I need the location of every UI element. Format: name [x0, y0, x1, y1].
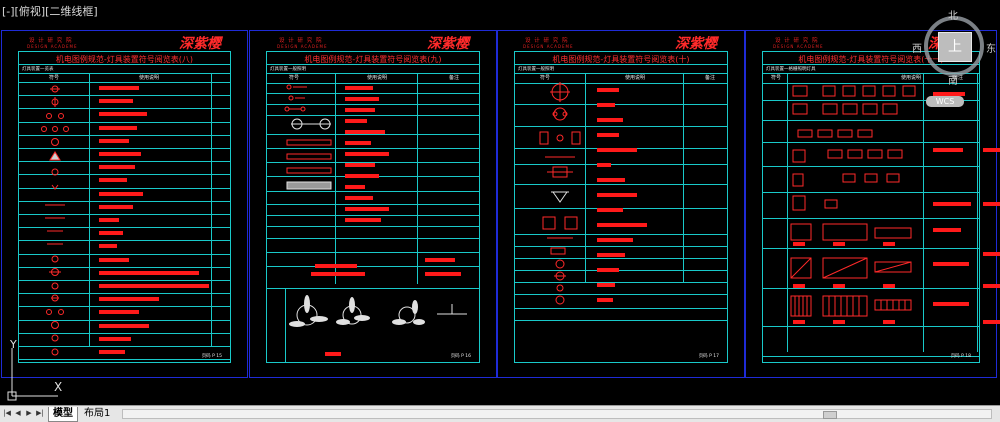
tab-nav-next-button[interactable]: ▶: [24, 408, 34, 419]
viewcube-top-face[interactable]: 上: [938, 32, 972, 62]
sheet-page-17: 设 计 研 究 院 DESIGN ACADEME 深紫樱 机电图例规范-灯具装置…: [497, 30, 745, 378]
ucs-icon: Y X: [2, 338, 72, 404]
layout-tab-bar: |◀ ◀ ▶ ▶| 模型 布局1: [0, 405, 1000, 422]
ucs-y-label: Y: [10, 338, 17, 351]
page-label: 页码: [201, 354, 211, 359]
viewport-controls-label[interactable]: [-][俯视][二维线框]: [2, 3, 98, 19]
description-text-bar: [983, 148, 1000, 152]
description-text-bar: [983, 252, 1000, 256]
scrollbar-thumb[interactable]: [823, 411, 837, 419]
symbol-column-graphics: [284, 84, 467, 327]
page-label: 页码: [950, 354, 960, 359]
brand-en-text: DESIGN ACADEME: [277, 44, 328, 49]
ucs-x-label: X: [54, 380, 63, 394]
model-viewport[interactable]: [-][俯视][二维线框] 设 计 研 究 院 DESIGN ACADEME 深…: [0, 0, 1000, 405]
page-number: 页码 P 17: [699, 353, 719, 359]
page-number: 页码 P 15: [202, 353, 222, 359]
tab-nav-last-button[interactable]: ▶|: [35, 408, 45, 419]
tab-model[interactable]: 模型: [48, 407, 78, 422]
viewcube[interactable]: 北 南 西 东 上 WCS: [910, 8, 998, 108]
brand-logo: 深紫樱: [675, 36, 717, 52]
page-number: 页码 P 16: [451, 353, 471, 359]
description-text-bar: [983, 320, 1000, 324]
page-num: P 15: [212, 354, 222, 359]
page-label: 页码: [450, 354, 460, 359]
wcs-menu[interactable]: WCS: [926, 96, 964, 107]
brand-logo: 深紫樱: [427, 36, 469, 52]
tab-nav-first-button[interactable]: |◀: [2, 408, 12, 419]
sheet-frame: 设 计 研 究 院 DESIGN ACADEME 深紫樱 机电图例规范-灯具装置…: [18, 36, 231, 363]
brand-en-text: DESIGN ACADEME: [523, 44, 574, 49]
brand-en-text: DESIGN ACADEME: [773, 44, 824, 49]
tab-layout1[interactable]: 布局1: [80, 407, 114, 421]
description-text-bar: [983, 202, 1000, 206]
viewcube-west[interactable]: 西: [912, 40, 922, 55]
page-number: 页码 P 18: [951, 353, 971, 359]
description-text-bar: [983, 284, 1000, 288]
sheet-page-16: 设 计 研 究 院 DESIGN ACADEME 深紫樱 机电图例规范-灯具装置…: [249, 30, 497, 378]
page-label: 页码: [698, 354, 708, 359]
sheet-page-15: 设 计 研 究 院 DESIGN ACADEME 深紫樱 机电图例规范-灯具装置…: [1, 30, 248, 378]
tab-nav-prev-button[interactable]: ◀: [13, 408, 23, 419]
brand-logo: 深紫樱: [179, 36, 221, 52]
page-num: P 18: [961, 354, 971, 359]
viewcube-north[interactable]: 北: [948, 7, 958, 22]
horizontal-scrollbar[interactable]: [122, 409, 992, 419]
viewcube-south[interactable]: 南: [948, 72, 958, 87]
sheet-frame: 设 计 研 究 院 DESIGN ACADEME 深紫樱 机电图例规范-灯具装置…: [514, 36, 728, 363]
viewcube-east[interactable]: 东: [986, 40, 996, 55]
brand-en-text: DESIGN ACADEME: [27, 44, 78, 49]
page-num: P 16: [461, 354, 471, 359]
symbol-column-graphics: [41, 85, 69, 356]
page-num: P 17: [709, 354, 719, 359]
symbol-column-graphics: [539, 82, 581, 305]
sheet-frame: 设 计 研 究 院 DESIGN ACADEME 深紫樱 机电图例规范-灯具装置…: [266, 36, 480, 363]
